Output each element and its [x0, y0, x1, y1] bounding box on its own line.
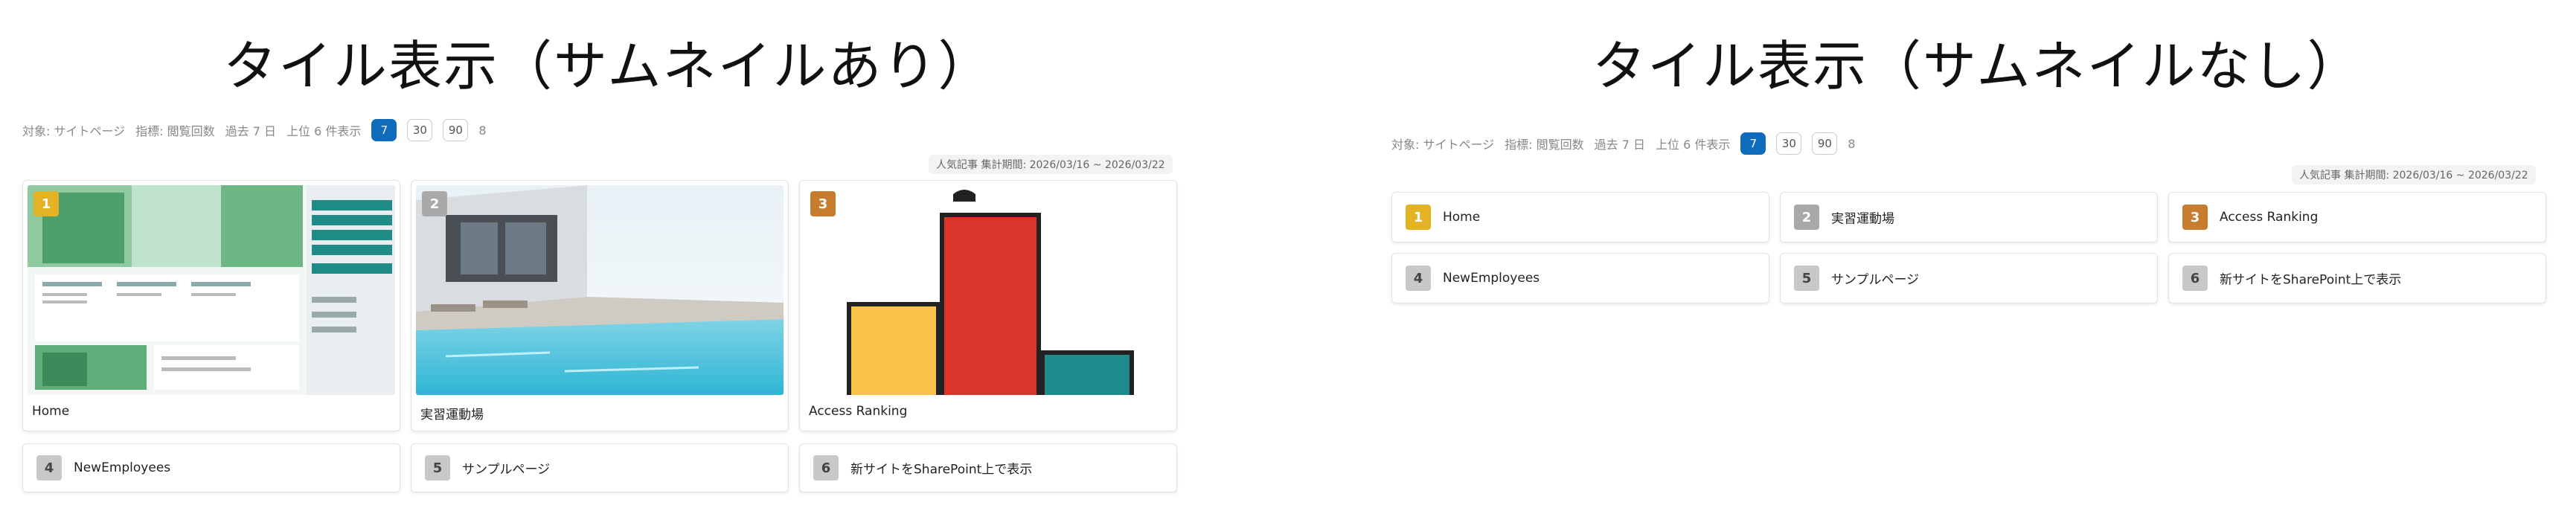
- tile-card-1[interactable]: 1 Home: [22, 180, 400, 431]
- rank-badge-1: 1: [1406, 205, 1431, 230]
- list-label-6: 新サイトをSharePoint上で表示: [2220, 272, 2402, 288]
- list-label-3: Access Ranking: [2220, 210, 2319, 225]
- rank-badge-5: 5: [1794, 266, 1819, 291]
- list-card-6[interactable]: 6 新サイトをSharePoint上で表示: [799, 443, 1177, 492]
- list-card-5[interactable]: 5 サンプルページ: [1780, 253, 2158, 303]
- tile-card-3[interactable]: 3 Access Ranking: [799, 180, 1177, 431]
- tile-label-3: Access Ranking: [809, 404, 908, 419]
- count-button-7[interactable]: 7: [371, 119, 397, 141]
- left-period-badge: 人気記事 集計期間: 2026/03/16 ~ 2026/03/22: [929, 155, 1173, 174]
- list-card-3[interactable]: 3 Access Ranking: [2168, 192, 2546, 242]
- thumbnail-home: [28, 185, 395, 395]
- count-button-90[interactable]: 90: [443, 119, 469, 141]
- count-button-30[interactable]: 30: [407, 119, 433, 141]
- thumbnail-ranking-chart: [804, 185, 1172, 395]
- target-label: 対象: サイトページ: [1391, 138, 1495, 152]
- right-panel-title: タイル表示（サムネイルなし）: [1592, 35, 2362, 97]
- rank-badge-4: 4: [1406, 266, 1431, 291]
- rank-badge-6: 6: [2182, 266, 2208, 291]
- list-label-4: NewEmployees: [74, 460, 171, 475]
- list-card-5[interactable]: 5 サンプルページ: [411, 443, 789, 492]
- list-label-4: NewEmployees: [1443, 271, 1540, 286]
- list-card-2[interactable]: 2 実習運動場: [1780, 192, 2158, 242]
- count-button-7[interactable]: 7: [1740, 132, 1766, 155]
- left-controls: 対象: サイトページ 指標: 閲覧回数 過去 7 日 上位 6 件表示 7 30…: [22, 119, 487, 141]
- rank-badge-3: 3: [810, 191, 836, 216]
- limit-label: 上位 6 件表示: [1656, 138, 1731, 152]
- rank-badge-3: 3: [2182, 205, 2208, 230]
- thumbnail-pool-house: [416, 185, 784, 395]
- rank-badge-5: 5: [425, 455, 450, 481]
- range-label: 過去 7 日: [225, 124, 277, 138]
- list-card-1[interactable]: 1 Home: [1391, 192, 1769, 242]
- rank-badge-4: 4: [36, 455, 62, 481]
- rank-badge-2: 2: [1794, 205, 1819, 230]
- count-button-90[interactable]: 90: [1812, 132, 1838, 155]
- rank-badge-2: 2: [422, 191, 447, 216]
- list-label-6: 新サイトをSharePoint上で表示: [850, 462, 1033, 478]
- sort-label: 指標: 閲覧回数: [1505, 138, 1584, 152]
- list-label-2: 実習運動場: [1831, 211, 1894, 227]
- rank-badge-1: 1: [33, 191, 59, 216]
- count-suffix: 8: [1848, 136, 1856, 151]
- left-panel-title: タイル表示（サムネイルあり）: [223, 35, 993, 97]
- sort-label: 指標: 閲覧回数: [135, 124, 215, 138]
- list-label-5: サンプルページ: [462, 462, 551, 478]
- list-label-1: Home: [1443, 210, 1481, 225]
- list-label-5: サンプルページ: [1831, 272, 1920, 288]
- count-button-30[interactable]: 30: [1776, 132, 1802, 155]
- limit-label: 上位 6 件表示: [286, 124, 362, 138]
- list-card-4[interactable]: 4 NewEmployees: [22, 443, 400, 492]
- right-period-badge: 人気記事 集計期間: 2026/03/16 ~ 2026/03/22: [2292, 165, 2536, 184]
- list-card-6[interactable]: 6 新サイトをSharePoint上で表示: [2168, 253, 2546, 303]
- tile-label-2: 実習運動場: [420, 408, 484, 422]
- range-label: 過去 7 日: [1594, 138, 1646, 152]
- target-label: 対象: サイトページ: [22, 124, 126, 138]
- tile-card-2[interactable]: 2 実習運動場: [411, 180, 789, 431]
- right-controls: 対象: サイトページ 指標: 閲覧回数 過去 7 日 上位 6 件表示 7 30…: [1391, 132, 1856, 155]
- count-suffix: 8: [478, 123, 487, 138]
- rank-badge-6: 6: [813, 455, 839, 481]
- tile-label-1: Home: [32, 404, 70, 419]
- list-card-4[interactable]: 4 NewEmployees: [1391, 253, 1769, 303]
